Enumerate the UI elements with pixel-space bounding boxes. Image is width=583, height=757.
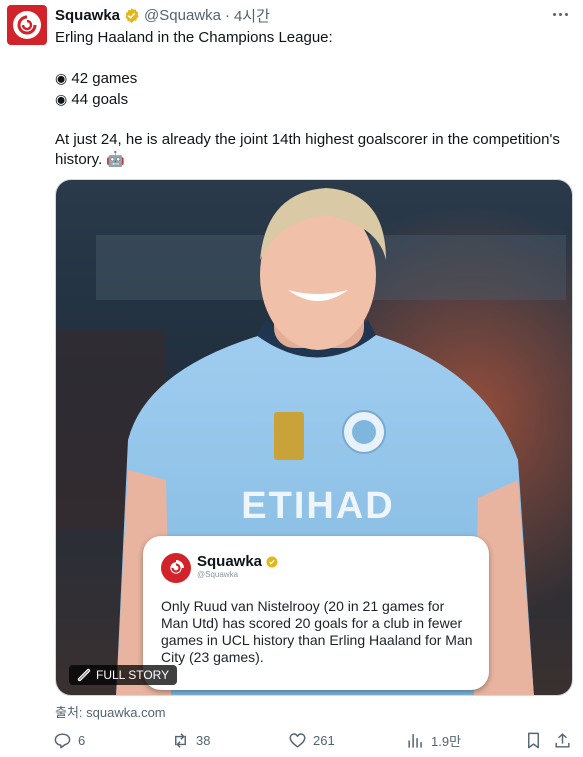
reply-count: 6 (78, 732, 86, 748)
author-display-name[interactable]: Squawka (55, 7, 120, 24)
verified-badge-icon (266, 556, 278, 567)
repost-button[interactable]: 38 (171, 730, 210, 750)
quote-card-name: Squawka (197, 553, 263, 570)
author-handle[interactable]: @Squawka (144, 7, 221, 24)
views-button[interactable]: 1.9만 (406, 730, 461, 750)
more-options-icon[interactable] (549, 6, 571, 22)
quote-card-handle: @Squawka (197, 570, 239, 579)
squawka-logo-icon (13, 11, 41, 39)
bookmark-button[interactable] (524, 730, 543, 750)
repost-icon (175, 732, 186, 748)
like-count: 261 (313, 732, 335, 748)
separator-dot: · (224, 6, 230, 24)
reply-icon (54, 732, 71, 748)
stat-goals-text: 44 goals (71, 91, 129, 108)
tweet-stat-goals: ◉ 44 goals (55, 89, 565, 110)
verified-badge-icon[interactable] (123, 7, 140, 24)
quote-card-text: Only Ruud van Nistelrooy (20 in 21 games… (161, 598, 473, 665)
action-bar: 6 38 261 1.9만 (53, 730, 573, 750)
full-story-label: FULL STORY (96, 668, 170, 682)
heart-icon (289, 732, 306, 748)
bullet-icon: ◉ (55, 91, 68, 107)
history-text: At just 24, he is already the joint 14th… (55, 131, 560, 168)
quote-card: Squawka @Squawka Only Ruud van Nistelroo… (143, 536, 489, 690)
repost-count: 38 (196, 732, 211, 748)
views-count: 1.9만 (431, 733, 462, 749)
tweet-text: Erling Haaland in the Champions League: … (55, 28, 565, 170)
full-story-badge[interactable]: FULL STORY (69, 665, 178, 685)
tweet-timestamp[interactable]: 4시간 (234, 5, 270, 26)
views-chart-icon (408, 733, 422, 748)
tweet[interactable]: Squawka @Squawka · 4시간 Erling Haaland in… (0, 0, 583, 757)
media-image[interactable]: ETIHAD Squawka @Squawka Only Ruud van Ni… (55, 179, 573, 696)
share-button[interactable] (553, 730, 572, 750)
reply-button[interactable]: 6 (53, 730, 85, 750)
tweet-line-history: At just 24, he is already the joint 14th… (55, 130, 565, 170)
tweet-stat-games: ◉ 42 games (55, 68, 565, 89)
bullet-icon: ◉ (55, 70, 68, 86)
tweet-header: Squawka @Squawka · 4시간 (55, 4, 270, 26)
jersey-sponsor-text: ETIHAD (241, 485, 394, 527)
like-button[interactable]: 261 (288, 730, 335, 750)
author-avatar[interactable] (7, 5, 47, 45)
tweet-line-intro: Erling Haaland in the Champions League: (55, 29, 333, 46)
robot-emoji-icon: 🤖 (106, 151, 126, 168)
stat-games-text: 42 games (71, 70, 138, 87)
squawka-logo-icon (161, 553, 191, 583)
link-source[interactable]: 출처: squawka.com (55, 702, 166, 721)
link-icon (77, 668, 91, 682)
bookmark-icon (528, 732, 539, 748)
share-icon (555, 732, 570, 748)
